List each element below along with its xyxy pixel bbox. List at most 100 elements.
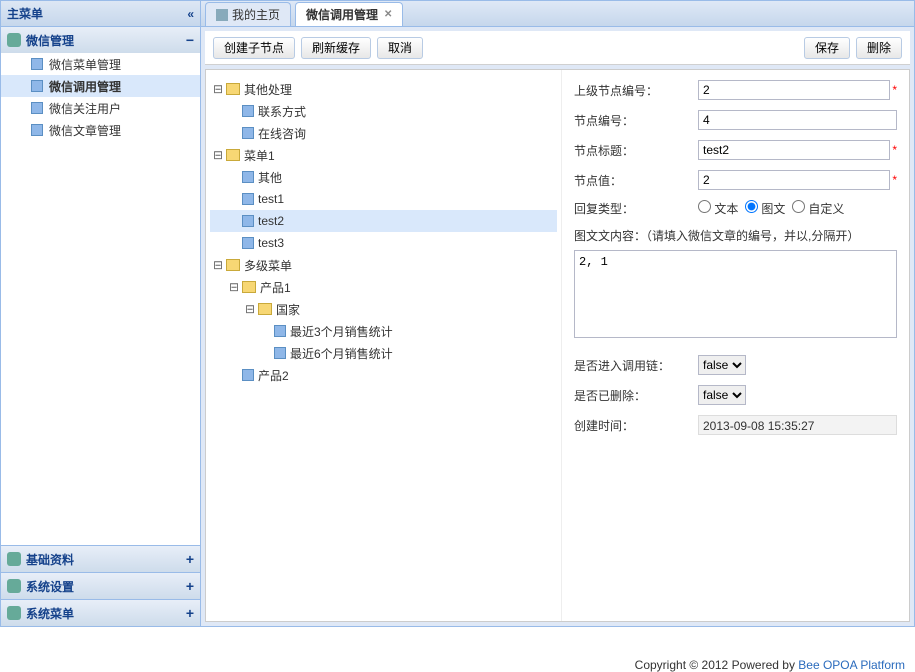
tree-label: 产品1 [260,279,291,296]
code-label: 节点编号： [574,112,698,129]
reply-text-radio[interactable]: 文本 [698,200,738,217]
tree-label: 在线咨询 [258,125,306,142]
module-icon [7,606,21,620]
page-icon [242,215,254,227]
acc-label: 系统设置 [26,578,74,595]
create-child-button[interactable]: 创建子节点 [213,37,295,59]
tree-label: test3 [258,236,284,250]
delete-button[interactable]: 删除 [856,37,902,59]
tree-node[interactable]: ⊟ 其他处理 [210,78,557,100]
acc-head-basic[interactable]: 基础资料+ [1,546,200,572]
nav-item[interactable]: 微信关注用户 [1,97,200,119]
cancel-button[interactable]: 取消 [377,37,423,59]
code-input[interactable] [698,110,897,130]
page-icon [31,80,43,92]
tab-label: 微信调用管理 [306,6,378,23]
folder-icon [258,303,272,315]
module-icon [7,579,21,593]
collapse-icon[interactable]: ⊟ [226,280,242,295]
tree-node[interactable]: test3 [210,232,557,254]
collapse-icon[interactable]: ⊟ [210,82,226,97]
tree-label: 最近3个月销售统计 [290,323,393,340]
tree-node[interactable]: 在线咨询 [210,122,557,144]
imgtext-label: 图文文内容：（请填入微信文章的编号，并以,分隔开） [574,227,897,244]
tree-label: 菜单1 [244,147,275,164]
tree-label: 其他处理 [244,81,292,98]
page-icon [242,237,254,249]
acc-head-wechat[interactable]: 微信管理 − [1,27,200,53]
required-icon: * [892,143,897,157]
required-icon: * [892,83,897,97]
created-value: 2013-09-08 15:35:27 [698,415,897,435]
parent-code-input[interactable] [698,80,890,100]
page-icon [31,102,43,114]
folder-icon [226,83,240,95]
tree-node[interactable]: ⊟ 菜单1 [210,144,557,166]
minus-icon: − [186,32,194,48]
tree-node[interactable]: 最近3个月销售统计 [210,320,557,342]
page-icon [242,369,254,381]
deleted-label: 是否已删除： [574,387,698,404]
tree-label: 国家 [276,301,300,318]
tab-home[interactable]: 我的主页 [205,2,291,26]
parent-code-label: 上级节点编号： [574,82,698,99]
page-icon [31,58,43,70]
tree-node[interactable]: ⊟ 国家 [210,298,557,320]
created-label: 创建时间： [574,417,698,434]
refresh-cache-button[interactable]: 刷新缓存 [301,37,371,59]
tree-node[interactable]: test1 [210,188,557,210]
module-icon [7,33,21,47]
in-chain-label: 是否进入调用链： [574,357,698,374]
title-input[interactable] [698,140,890,160]
save-button[interactable]: 保存 [804,37,850,59]
collapse-icon[interactable]: ⊟ [210,258,226,273]
folder-icon [226,149,240,161]
title-label: 节点标题： [574,142,698,159]
footer-link[interactable]: Bee OPOA Platform [798,658,905,672]
imgtext-textarea[interactable] [574,250,897,338]
tree-node[interactable]: ⊟ 产品1 [210,276,557,298]
tab-wechat-call[interactable]: 微信调用管理 ✕ [295,2,403,26]
nav-item[interactable]: 微信菜单管理 [1,53,200,75]
value-label: 节点值： [574,172,698,189]
home-icon [216,9,228,21]
folder-icon [242,281,256,293]
in-chain-select[interactable]: falsetrue [698,355,746,375]
tree-node[interactable]: test2 [210,210,557,232]
reply-custom-radio[interactable]: 自定义 [792,200,844,217]
required-icon: * [892,173,897,187]
sidebar-collapse-icon[interactable]: « [187,7,194,21]
close-icon[interactable]: ✕ [384,9,392,20]
nav-item[interactable]: 微信调用管理 [1,75,200,97]
deleted-select[interactable]: falsetrue [698,385,746,405]
nav-item[interactable]: 微信文章管理 [1,119,200,141]
reply-imgtext-radio[interactable]: 图文 [745,200,785,217]
main: 我的主页 微信调用管理 ✕ 创建子节点 刷新缓存 取消 保存 删除 ⊟ 其他处理联… [201,1,914,626]
page-icon [31,124,43,136]
tree-node[interactable]: ⊟ 多级菜单 [210,254,557,276]
sidebar-header: 主菜单 « [1,1,200,27]
collapse-icon[interactable]: ⊟ [210,148,226,163]
sidebar: 主菜单 « 微信管理 − 微信菜单管理微信调用管理微信关注用户微信文章管理 基础… [1,1,201,626]
collapse-icon[interactable]: ⊟ [242,302,258,317]
tree-node[interactable]: 其他 [210,166,557,188]
page-icon [242,127,254,139]
tree-node[interactable]: 产品2 [210,364,557,386]
value-input[interactable] [698,170,890,190]
acc-label: 系统菜单 [26,605,74,622]
acc-label: 微信管理 [26,32,74,49]
tree-label: 联系方式 [258,103,306,120]
page-icon [242,105,254,117]
module-icon [7,552,21,566]
tree-label: 多级菜单 [244,257,292,274]
tree-node[interactable]: 联系方式 [210,100,557,122]
acc-head-settings[interactable]: 系统设置+ [1,573,200,599]
tree-label: test2 [258,214,284,228]
plus-icon: + [186,551,194,567]
tree-label: test1 [258,192,284,206]
tree-node[interactable]: 最近6个月销售统计 [210,342,557,364]
toolbar: 创建子节点 刷新缓存 取消 保存 删除 [205,31,910,65]
tabs: 我的主页 微信调用管理 ✕ [201,1,914,27]
tree-panel: ⊟其他处理联系方式在线咨询⊟菜单1其他test1test2test3⊟多级菜单⊟… [206,70,562,621]
acc-head-sysmenu[interactable]: 系统菜单+ [1,600,200,626]
